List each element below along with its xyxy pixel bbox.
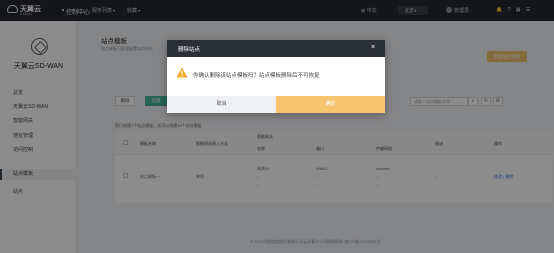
warning-icon [176, 67, 188, 78]
confirm-button[interactable]: 确定 [276, 96, 385, 113]
close-icon[interactable]: × [371, 44, 375, 52]
modal-overlay[interactable] [0, 0, 554, 253]
dialog-title: 删除站点 [178, 47, 201, 53]
dialog-header: 删除站点 × [167, 40, 385, 57]
delete-site-dialog: 删除站点 × 你确认删除该站点模板吗？站点模板删除后不可恢复 取消 确定 [167, 40, 385, 113]
cancel-button[interactable]: 取消 [167, 96, 276, 113]
dialog-message: 你确认删除该站点模板吗？站点模板删除后不可恢复 [193, 73, 320, 79]
